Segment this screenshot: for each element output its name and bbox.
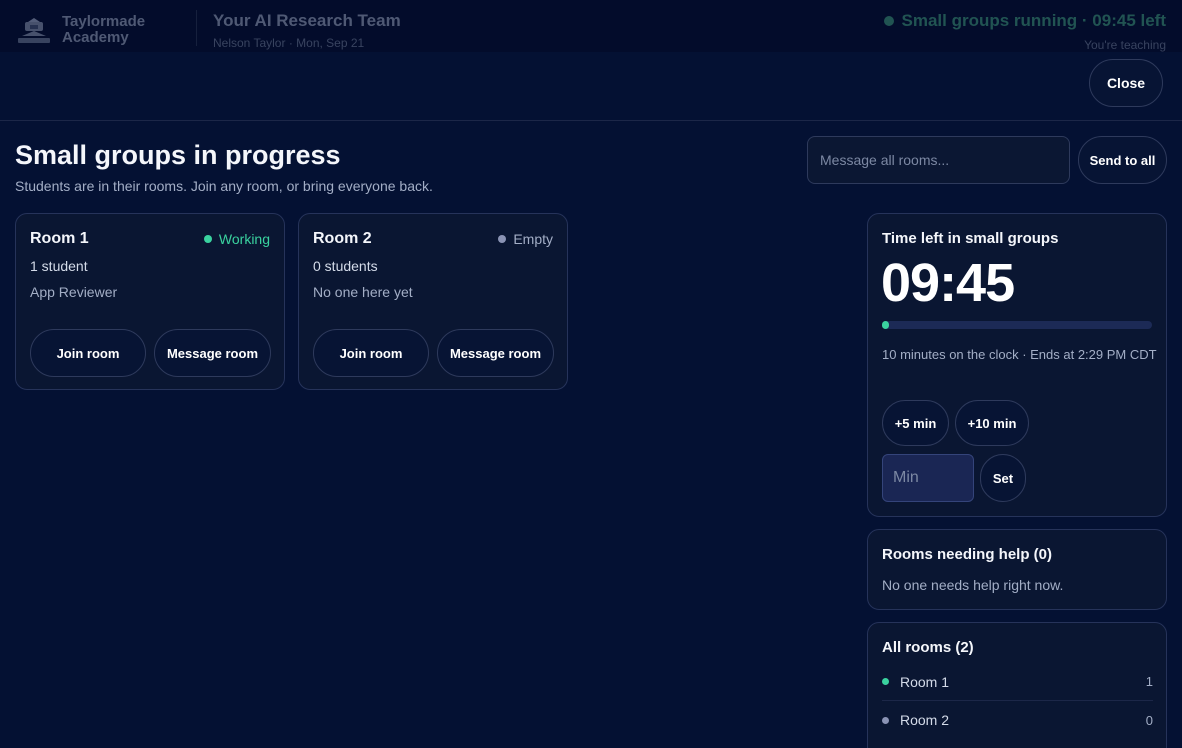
close-button[interactable]: Close: [1089, 59, 1163, 107]
room-detail: App Reviewer: [30, 284, 118, 300]
status-dot-icon: [882, 678, 889, 685]
status-label: Working: [218, 231, 270, 247]
minutes-input[interactable]: [882, 454, 974, 502]
status-dot-icon: [882, 716, 889, 724]
all-rooms-heading: All rooms (2): [882, 639, 974, 656]
session-status: Small groups running · 09:45 left: [883, 11, 1166, 31]
room-detail: No one here yet: [313, 284, 413, 300]
help-empty-text: No one needs help right now.: [882, 577, 1064, 593]
list-item-name: Room 1: [900, 673, 950, 690]
status-dot-icon: [203, 235, 212, 243]
list-item[interactable]: Room 1 1: [882, 663, 1153, 701]
status-badge: Empty: [498, 231, 553, 247]
page-title: Small groups in progress: [15, 140, 341, 170]
background-app-header: Taylormade Academy Your AI Research Team…: [0, 0, 1182, 52]
list-item-count: 0: [1145, 712, 1153, 728]
status-label: Empty: [513, 231, 553, 247]
timer-countdown: 09:45: [881, 253, 1015, 313]
timer-progress-fill: [882, 321, 889, 329]
message-all-input[interactable]: [807, 136, 1070, 184]
timer-heading: Time left in small groups: [882, 230, 1059, 247]
join-room-button[interactable]: Join room: [30, 329, 146, 377]
add-10-min-button[interactable]: +10 min: [955, 400, 1029, 446]
class-title: Your AI Research Team: [213, 11, 401, 30]
room-card-2: Room 2 Empty 0 students No one here yet …: [298, 213, 568, 390]
teaching-label: You're teaching: [1084, 38, 1166, 52]
room-card-1: Room 1 Working 1 student App Reviewer Jo…: [15, 213, 285, 390]
status-badge: Working: [203, 231, 270, 247]
message-room-button[interactable]: Message room: [154, 329, 271, 377]
overlay-toolbar: Close: [0, 52, 1182, 121]
timer-info: 10 minutes on the clock · Ends at 2:29 P…: [882, 347, 1157, 362]
all-rooms-list: Room 1 1 Room 2 0: [882, 663, 1153, 739]
timer-progress-bar: [882, 321, 1152, 329]
academy-logo-icon: [18, 18, 50, 43]
list-item[interactable]: Room 2 0: [882, 701, 1153, 739]
room-name: Room 1: [30, 230, 89, 247]
header-divider: [196, 10, 197, 46]
add-5-min-button[interactable]: +5 min: [882, 400, 949, 446]
send-to-all-button[interactable]: Send to all: [1078, 136, 1167, 184]
help-heading: Rooms needing help (0): [882, 546, 1053, 563]
student-count: 0 students: [313, 258, 378, 274]
room-name: Room 2: [313, 230, 372, 247]
all-rooms-card: All rooms (2) Room 1 1 Room 2 0: [867, 622, 1167, 748]
list-item-name: Room 2: [900, 712, 950, 728]
brand-name: Taylormade Academy: [62, 13, 146, 46]
class-subtitle: Nelson Taylor · Mon, Sep 21: [213, 36, 365, 50]
page-subtitle: Students are in their rooms. Join any ro…: [15, 178, 433, 194]
student-count: 1 student: [30, 258, 88, 274]
list-item-count: 1: [1145, 674, 1153, 689]
message-room-button[interactable]: Message room: [437, 329, 554, 377]
rooms-needing-help-card: Rooms needing help (0) No one needs help…: [867, 529, 1167, 610]
status-dot-icon: [883, 16, 894, 26]
small-groups-overlay: Close Small groups in progress Students …: [0, 52, 1182, 748]
session-status-text: Small groups running · 09:45 left: [901, 11, 1166, 30]
join-room-button[interactable]: Join room: [313, 329, 429, 377]
timer-card: Time left in small groups 09:45 10 minut…: [867, 213, 1167, 517]
set-timer-button[interactable]: Set: [980, 454, 1026, 502]
status-dot-icon: [498, 235, 507, 243]
